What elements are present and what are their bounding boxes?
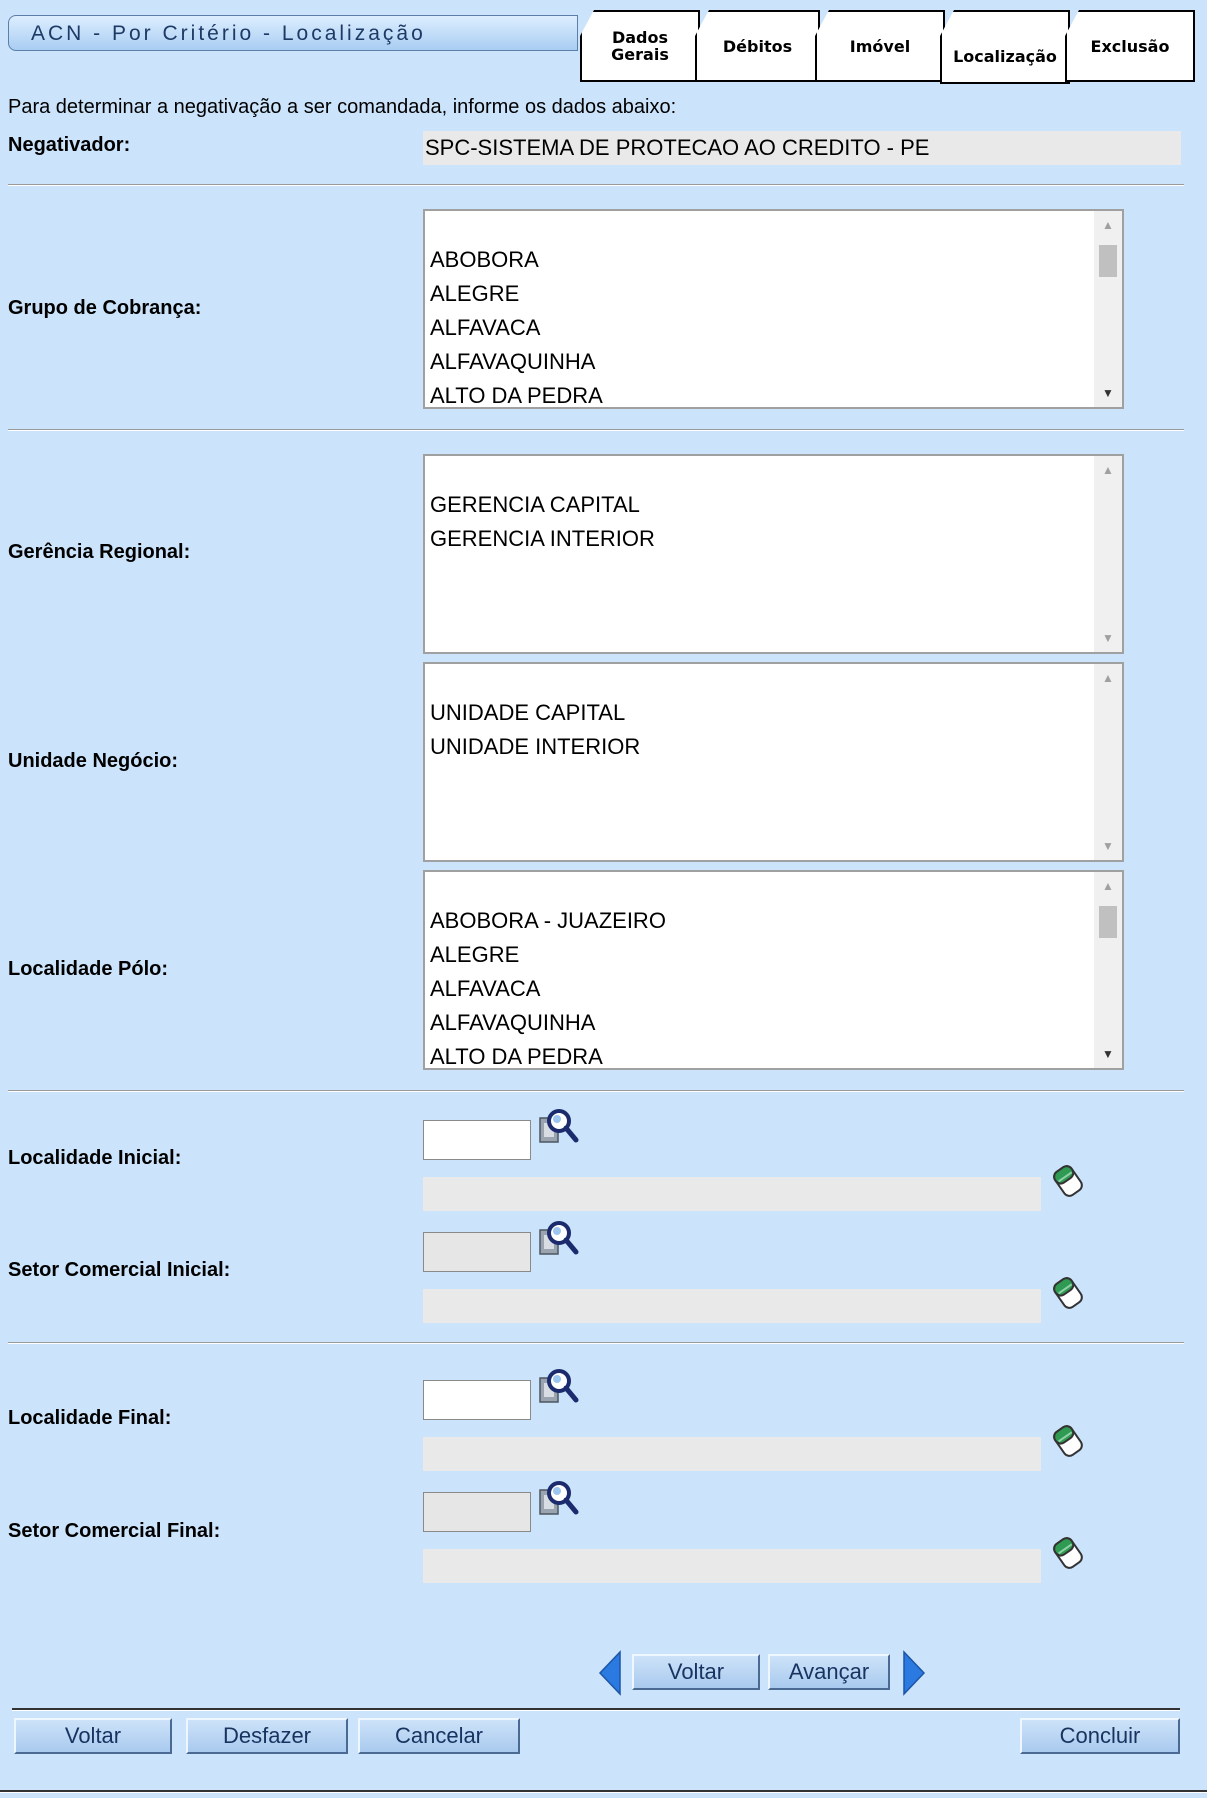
setor-comercial-inicial-label: Setor Comercial Inicial: <box>8 1259 231 1281</box>
scroll-up-icon[interactable]: ▲ <box>1094 664 1122 692</box>
tab-dados-gerais[interactable]: Dados Gerais <box>580 10 700 82</box>
page-title: ACN - Por Critério - Localização <box>31 22 426 45</box>
cancelar-button[interactable]: Cancelar <box>358 1718 520 1754</box>
scrollbar[interactable]: ▲ ▼ <box>1094 664 1122 860</box>
divider <box>12 1708 1180 1711</box>
list-item[interactable]: ALFAVAQUINHA <box>430 345 603 379</box>
divider <box>8 1090 1184 1092</box>
gerencia-regional-label: Gerência Regional: <box>8 541 191 563</box>
scroll-thumb[interactable] <box>1099 245 1117 277</box>
setor-comercial-final-input[interactable] <box>423 1492 531 1532</box>
setor-comercial-inicial-description <box>423 1289 1041 1323</box>
search-icon[interactable] <box>537 1106 579 1148</box>
list-item[interactable]: ABOBORA - JUAZEIRO <box>430 904 666 938</box>
eraser-icon[interactable] <box>1050 1274 1086 1312</box>
list-item[interactable]: ALEGRE <box>430 277 603 311</box>
search-icon[interactable] <box>537 1478 579 1520</box>
localidade-inicial-label: Localidade Inicial: <box>8 1147 182 1169</box>
list-item[interactable]: UNIDADE CAPITAL <box>430 696 640 730</box>
page-title-bar: ACN - Por Critério - Localização <box>8 15 578 51</box>
gerencia-regional-listbox[interactable]: GERENCIA CAPITAL GERENCIA INTERIOR ▲ ▼ <box>423 454 1124 654</box>
localidade-inicial-description <box>423 1177 1041 1211</box>
divider <box>8 429 1184 431</box>
list-item[interactable]: ALTO DA PEDRA <box>430 1040 666 1068</box>
setor-comercial-inicial-input[interactable] <box>423 1232 531 1272</box>
avancar-nav-button[interactable]: Avançar <box>768 1654 890 1690</box>
desfazer-button[interactable]: Desfazer <box>186 1718 348 1754</box>
setor-comercial-final-description <box>423 1549 1041 1583</box>
list-item[interactable]: ALFAVACA <box>430 972 666 1006</box>
divider <box>0 1790 1207 1793</box>
scroll-down-icon[interactable]: ▼ <box>1094 379 1122 407</box>
scroll-down-icon[interactable]: ▼ <box>1094 832 1122 860</box>
tab-label: Débitos <box>722 36 793 56</box>
tab-label: Dados <box>611 28 669 47</box>
tab-label: Exclusão <box>1090 36 1170 56</box>
setor-comercial-final-label: Setor Comercial Final: <box>8 1520 221 1542</box>
grupo-cobranca-label: Grupo de Cobrança: <box>8 297 202 319</box>
voltar-nav-button[interactable]: Voltar <box>632 1654 760 1690</box>
scroll-down-icon[interactable]: ▼ <box>1094 624 1122 652</box>
negativador-field: SPC-SISTEMA DE PROTECAO AO CREDITO - PE <box>423 131 1181 165</box>
localidade-final-input[interactable] <box>423 1380 531 1420</box>
eraser-icon[interactable] <box>1050 1162 1086 1200</box>
grupo-cobranca-listbox[interactable]: ABOBORA ALEGRE ALFAVACA ALFAVAQUINHA ALT… <box>423 209 1124 409</box>
arrow-left-icon[interactable] <box>598 1650 622 1696</box>
localidade-final-description <box>423 1437 1041 1471</box>
tab-label: Localização <box>953 46 1057 66</box>
concluir-button[interactable]: Concluir <box>1020 1718 1180 1754</box>
localidade-inicial-input[interactable] <box>423 1120 531 1160</box>
tab-label: Imóvel <box>849 36 911 56</box>
scrollbar[interactable]: ▲ ▼ <box>1094 211 1122 407</box>
localidade-polo-label: Localidade Pólo: <box>8 958 169 980</box>
list-item[interactable]: ABOBORA <box>430 243 603 277</box>
search-icon[interactable] <box>537 1218 579 1260</box>
list-item[interactable]: ALFAVAQUINHA <box>430 1006 666 1040</box>
scrollbar[interactable]: ▲ ▼ <box>1094 456 1122 652</box>
list-item[interactable]: GERENCIA INTERIOR <box>430 522 655 556</box>
negativador-label: Negativador: <box>8 134 131 156</box>
localidade-final-label: Localidade Final: <box>8 1407 172 1429</box>
tab-label: Gerais <box>611 45 669 64</box>
scroll-up-icon[interactable]: ▲ <box>1094 211 1122 239</box>
intro-text: Para determinar a negativação a ser coma… <box>8 96 677 118</box>
search-icon[interactable] <box>537 1366 579 1408</box>
tab-localizacao[interactable]: Localização <box>940 10 1070 84</box>
scrollbar[interactable]: ▲ ▼ <box>1094 872 1122 1068</box>
eraser-icon[interactable] <box>1050 1422 1086 1460</box>
divider <box>8 1342 1184 1344</box>
tab-debitos[interactable]: Débitos <box>695 10 820 82</box>
arrow-right-icon[interactable] <box>902 1650 926 1696</box>
list-item[interactable]: ALFAVACA <box>430 311 603 345</box>
unidade-negocio-listbox[interactable]: UNIDADE CAPITAL UNIDADE INTERIOR ▲ ▼ <box>423 662 1124 862</box>
scroll-up-icon[interactable]: ▲ <box>1094 872 1122 900</box>
unidade-negocio-label: Unidade Negócio: <box>8 750 179 772</box>
list-item[interactable]: UNIDADE INTERIOR <box>430 730 640 764</box>
list-item[interactable]: GERENCIA CAPITAL <box>430 488 655 522</box>
voltar-button[interactable]: Voltar <box>14 1718 172 1754</box>
list-item[interactable]: ALEGRE <box>430 938 666 972</box>
scroll-thumb[interactable] <box>1099 906 1117 938</box>
list-item[interactable]: ALTO DA PEDRA <box>430 379 603 407</box>
scroll-up-icon[interactable]: ▲ <box>1094 456 1122 484</box>
tab-exclusao[interactable]: Exclusão <box>1065 10 1195 82</box>
scroll-down-icon[interactable]: ▼ <box>1094 1040 1122 1068</box>
eraser-icon[interactable] <box>1050 1534 1086 1572</box>
tab-imovel[interactable]: Imóvel <box>815 10 945 82</box>
localidade-polo-listbox[interactable]: ABOBORA - JUAZEIRO ALEGRE ALFAVACA ALFAV… <box>423 870 1124 1070</box>
divider <box>8 184 1184 186</box>
